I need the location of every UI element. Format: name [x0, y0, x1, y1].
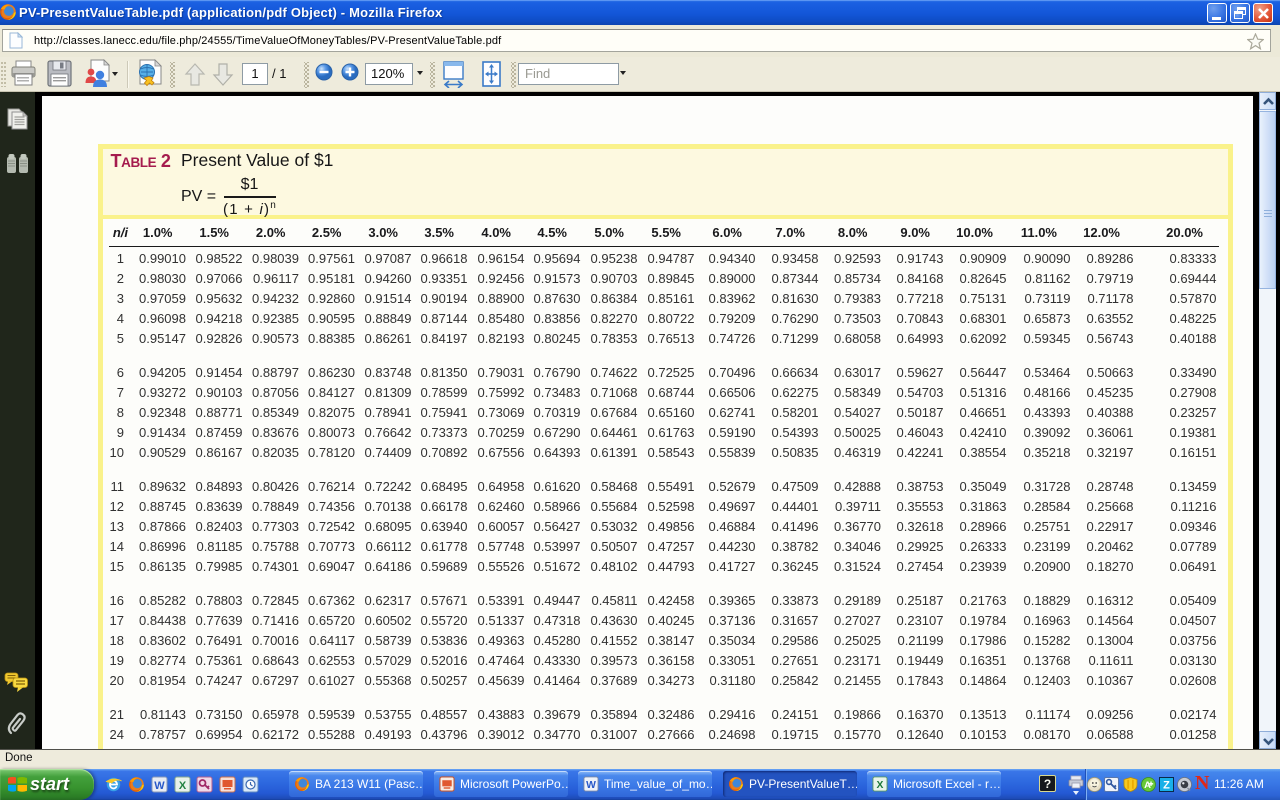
svg-text:W: W: [154, 780, 165, 792]
svg-text:A: A: [1144, 780, 1151, 791]
svg-text:X: X: [877, 780, 884, 791]
svg-text:W: W: [586, 780, 596, 791]
svg-text:X: X: [179, 780, 187, 792]
svg-text:Z: Z: [1163, 780, 1170, 792]
